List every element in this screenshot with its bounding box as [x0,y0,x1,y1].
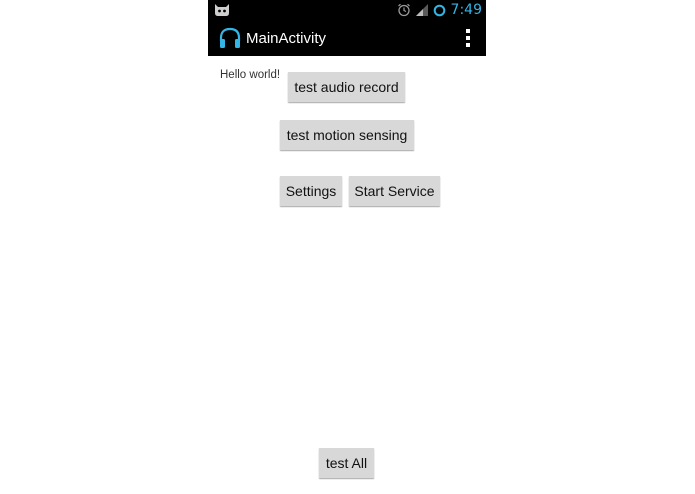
settings-button[interactable]: Settings [280,176,342,206]
start-service-button[interactable]: Start Service [349,176,440,206]
app-title: MainActivity [246,30,327,47]
action-bar: MainActivity [208,20,486,56]
alarm-icon [397,3,410,17]
phone-screen: 7:49 MainActivity Hello world! test audi… [208,0,486,494]
status-time: 7:49 [450,2,482,18]
android-cat-icon [215,4,229,16]
test-motion-sensing-button[interactable]: test motion sensing [280,120,414,150]
test-audio-record-button[interactable]: test audio record [288,72,405,102]
signal-icon [415,4,428,16]
headphones-icon[interactable] [218,26,242,50]
overflow-menu-icon[interactable] [464,29,472,47]
sync-ring-icon [433,4,445,16]
status-bar: 7:49 [208,0,486,20]
status-icons: 7:49 [397,0,482,20]
hello-text: Hello world! [220,69,281,81]
test-all-button[interactable]: test All [319,448,374,478]
